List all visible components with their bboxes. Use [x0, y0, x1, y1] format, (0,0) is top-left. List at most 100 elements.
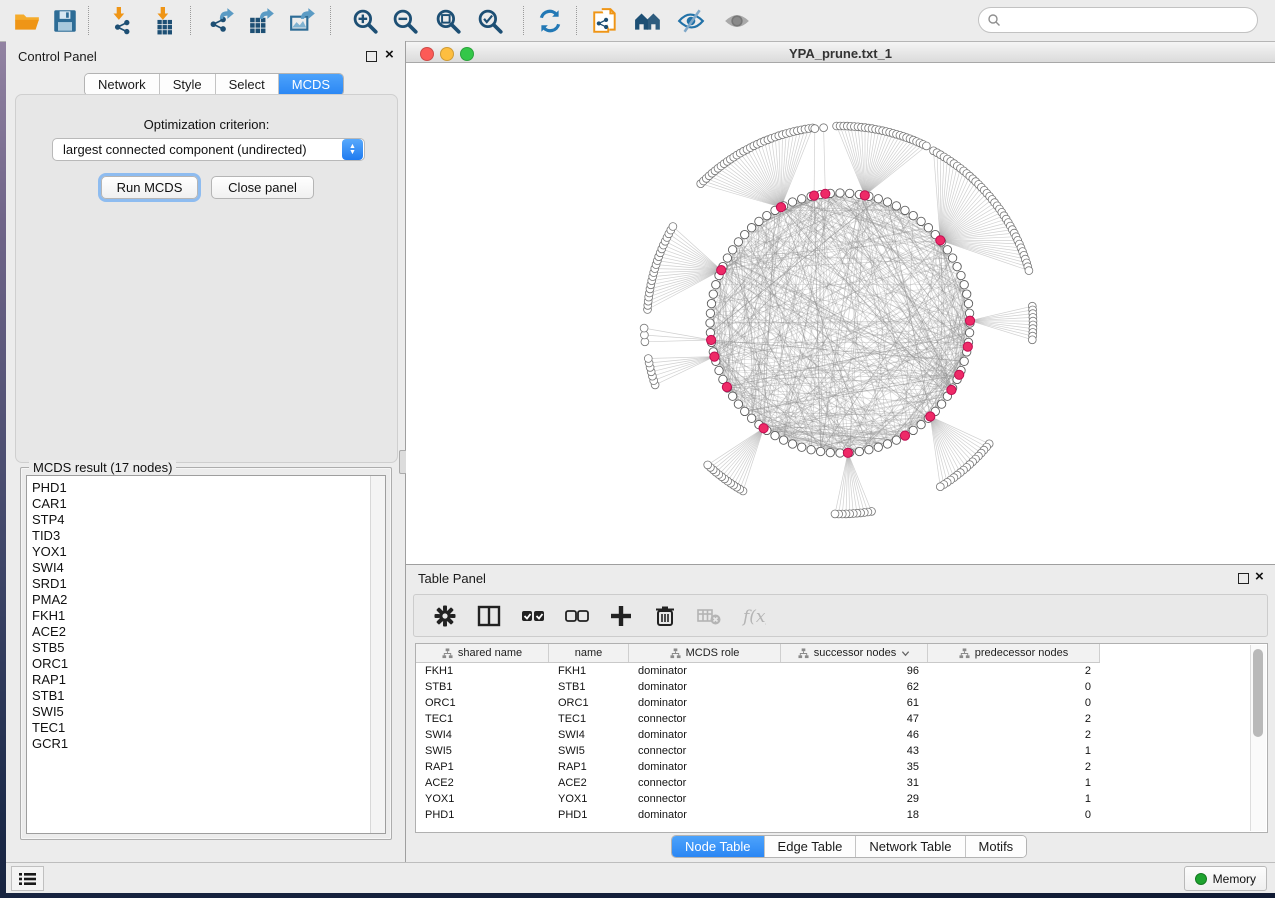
mcds-node[interactable] [947, 385, 956, 394]
network-node[interactable] [917, 217, 925, 225]
run-mcds-button[interactable]: Run MCDS [101, 176, 198, 199]
network-node[interactable] [909, 211, 917, 219]
network-node[interactable] [892, 436, 900, 444]
network-node[interactable] [807, 446, 815, 454]
mcds-result-list[interactable]: PHD1CAR1STP4TID3YOX1SWI4SRD1PMA2FKH1ACE2… [26, 475, 386, 834]
network-node[interactable] [741, 407, 749, 415]
deselect-all-icon[interactable] [562, 601, 592, 631]
mcds-node[interactable] [707, 335, 716, 344]
mcds-node[interactable] [810, 191, 819, 200]
export-network-icon[interactable] [205, 4, 239, 38]
network-node[interactable] [957, 271, 965, 279]
open-file-icon[interactable] [10, 4, 44, 38]
zoom-out-icon[interactable] [388, 4, 422, 38]
node-table[interactable]: shared namenameMCDS rolesuccessor nodesp… [415, 643, 1268, 833]
column-header-predecessor-nodes[interactable]: predecessor nodes [928, 644, 1100, 662]
network-node[interactable] [831, 510, 839, 518]
mcds-node[interactable] [965, 316, 974, 325]
criterion-select[interactable]: largest connected component (undirected)… [52, 138, 365, 161]
network-node[interactable] [644, 355, 652, 363]
table-row[interactable]: SWI5SWI5connector431 [416, 743, 1100, 759]
mcds-node[interactable] [843, 448, 852, 457]
mcds-node[interactable] [963, 342, 972, 351]
network-node[interactable] [963, 290, 971, 298]
tab-mcds[interactable]: MCDS [279, 74, 343, 95]
table-row[interactable]: YOX1YOX1connector291 [416, 791, 1100, 807]
network-node[interactable] [892, 202, 900, 210]
mcds-result-item[interactable]: ACE2 [27, 624, 385, 640]
export-table-icon[interactable] [245, 4, 279, 38]
zoom-selected-icon[interactable] [473, 4, 507, 38]
network-node[interactable] [901, 206, 909, 214]
network-node[interactable] [798, 443, 806, 451]
network-node[interactable] [965, 329, 973, 337]
tab-network-table[interactable]: Network Table [856, 836, 965, 857]
network-node[interactable] [836, 189, 844, 197]
mcds-result-item[interactable]: CAR1 [27, 496, 385, 512]
table-float-icon[interactable] [1238, 573, 1249, 584]
network-node[interactable] [788, 198, 796, 206]
column-header-MCDS-role[interactable]: MCDS role [629, 644, 781, 662]
mcds-result-item[interactable]: PMA2 [27, 592, 385, 608]
network-titlebar[interactable]: YPA_prune.txt_1 [406, 42, 1275, 63]
network-node[interactable] [798, 195, 806, 203]
show-selected-icon[interactable] [720, 4, 754, 38]
network-node[interactable] [883, 198, 891, 206]
mcds-node[interactable] [955, 370, 964, 379]
mcds-result-item[interactable]: PHD1 [27, 480, 385, 496]
network-node[interactable] [715, 366, 723, 374]
mcds-result-item[interactable]: SWI5 [27, 704, 385, 720]
network-node[interactable] [883, 440, 891, 448]
mcds-list-scrollbar[interactable] [370, 476, 385, 833]
tab-network[interactable]: Network [85, 74, 160, 95]
mcds-node[interactable] [821, 189, 830, 198]
mcds-result-item[interactable]: STB5 [27, 640, 385, 656]
mcds-node[interactable] [926, 412, 935, 421]
network-node[interactable] [846, 189, 854, 197]
close-panel-icon[interactable]: × [385, 50, 394, 60]
show-column-panel-icon[interactable] [474, 601, 504, 631]
table-scrollbar-thumb[interactable] [1253, 649, 1263, 737]
network-node[interactable] [788, 440, 796, 448]
task-history-icon[interactable] [11, 866, 44, 891]
network-node[interactable] [874, 443, 882, 451]
table-row[interactable]: FKH1FKH1dominator962 [416, 663, 1100, 679]
network-node[interactable] [763, 211, 771, 219]
network-node[interactable] [709, 290, 717, 298]
hide-selected-icon[interactable] [674, 4, 708, 38]
zoom-fit-icon[interactable] [431, 4, 465, 38]
network-node[interactable] [747, 414, 755, 422]
mcds-result-item[interactable]: STB1 [27, 688, 385, 704]
mcds-node[interactable] [860, 191, 869, 200]
network-node[interactable] [734, 400, 742, 408]
mcds-node[interactable] [936, 236, 945, 245]
table-row[interactable]: ACE2ACE2connector311 [416, 775, 1100, 791]
mcds-result-item[interactable]: ORC1 [27, 656, 385, 672]
network-node[interactable] [640, 324, 648, 332]
table-options-icon[interactable] [430, 601, 460, 631]
mcds-node[interactable] [710, 352, 719, 361]
mcds-result-item[interactable]: RAP1 [27, 672, 385, 688]
network-node[interactable] [865, 446, 873, 454]
mcds-result-item[interactable]: SRD1 [27, 576, 385, 592]
table-row[interactable]: ORC1ORC1dominator610 [416, 695, 1100, 711]
network-node[interactable] [909, 426, 917, 434]
export-image-icon[interactable] [286, 4, 320, 38]
mcds-result-item[interactable]: FKH1 [27, 608, 385, 624]
add-column-icon[interactable] [606, 601, 636, 631]
network-node[interactable] [712, 281, 720, 289]
network-node[interactable] [943, 246, 951, 254]
mcds-result-item[interactable]: STP4 [27, 512, 385, 528]
network-node[interactable] [953, 262, 961, 270]
network-node[interactable] [960, 281, 968, 289]
float-panel-icon[interactable] [366, 51, 377, 62]
save-session-icon[interactable] [48, 4, 82, 38]
network-node[interactable] [728, 246, 736, 254]
search-input[interactable] [978, 7, 1258, 33]
table-row[interactable]: RAP1RAP1dominator352 [416, 759, 1100, 775]
column-header-successor-nodes[interactable]: successor nodes [781, 644, 928, 662]
network-node[interactable] [734, 238, 742, 246]
mcds-node[interactable] [722, 382, 731, 391]
network-node[interactable] [1025, 267, 1033, 275]
mcds-result-item[interactable]: SWI4 [27, 560, 385, 576]
